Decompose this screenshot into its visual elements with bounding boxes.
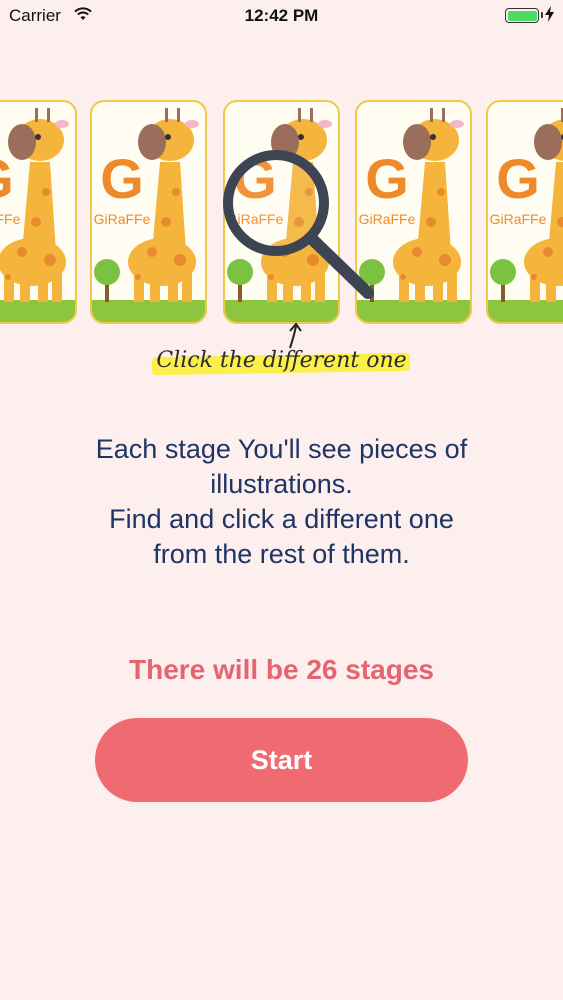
giraffe-card: G GiRaFFe [90,100,207,324]
battery-tip [541,12,543,18]
svg-text:GiRaFFe: GiRaFFe [94,211,151,227]
instructions-line: Find and click a different one [109,504,454,534]
status-bar: Carrier 12:42 PM [0,0,563,34]
charging-bolt-icon [545,6,554,22]
svg-text:G: G [100,147,144,210]
svg-text:G: G [0,147,14,210]
giraffe-card: G GiRaFFe [0,100,77,324]
battery-icon [505,8,539,23]
tree-icon [490,259,516,302]
svg-text:G: G [496,147,540,210]
stage-count: There will be 26 stages [128,654,435,685]
magnifier-icon [223,150,374,299]
instructions-line: illustrations. [210,469,353,499]
instructions-line: from the rest of them. [153,539,410,569]
instructions-line: Each stage You'll see pieces of [95,434,468,464]
svg-text:GiRaFFe: GiRaFFe [0,211,21,227]
giraffe-card: G GiRaFFe [486,100,563,324]
arrow-up-icon [289,322,302,349]
tree-icon [94,259,120,302]
clock: 12:42 PM [244,6,319,25]
start-button[interactable]: Start [95,718,468,802]
svg-text:GiRaFFe: GiRaFFe [490,211,547,227]
instructions: Each stage You'll see pieces of illustra… [40,432,523,572]
hint-text: Click the different one [156,348,407,373]
